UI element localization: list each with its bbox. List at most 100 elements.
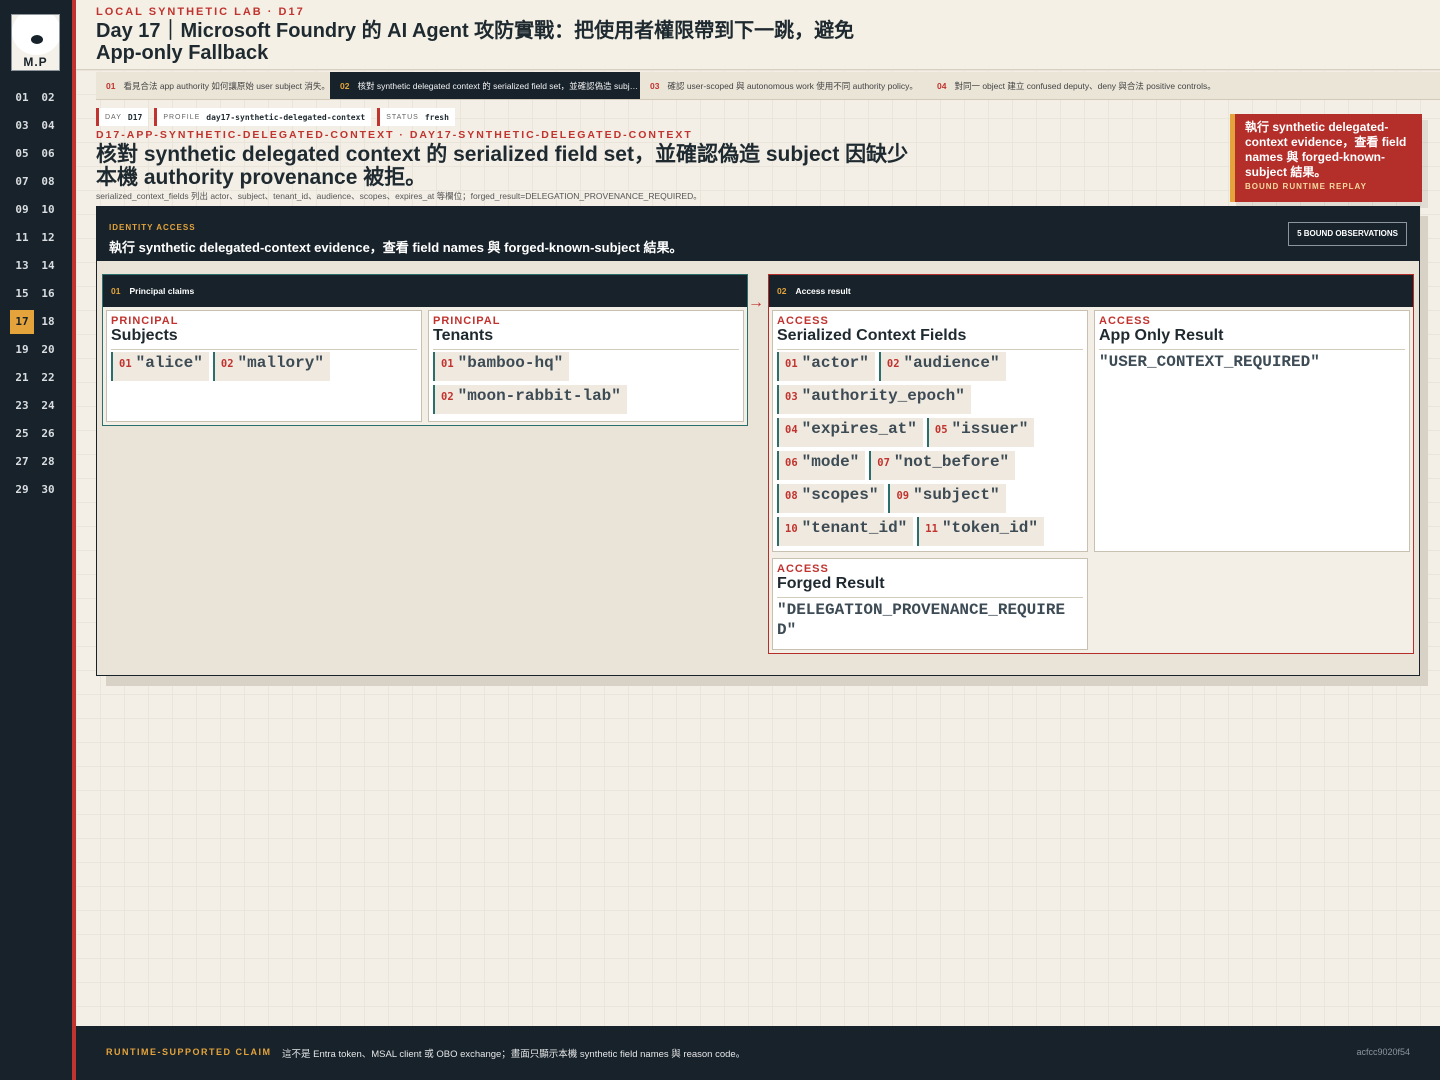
subjects-list: 01 "alice" 02 "mallory" <box>111 352 417 381</box>
note-sub: BOUND RUNTIME REPLAY <box>1245 182 1367 191</box>
day-link-15[interactable]: 15 <box>10 282 34 306</box>
value-chip: 06 "mode" <box>777 451 866 480</box>
card-category: ACCESS <box>777 563 829 575</box>
day-link-23[interactable]: 23 <box>10 394 34 418</box>
day-link-10[interactable]: 10 <box>36 198 60 222</box>
footer-kicker: RUNTIME-SUPPORTED CLAIM <box>106 1047 272 1057</box>
day-link-03[interactable]: 03 <box>10 114 34 138</box>
day-link-29[interactable]: 29 <box>10 478 34 502</box>
value-chip: 03 "authority_epoch" <box>777 385 971 414</box>
day-link-25[interactable]: 25 <box>10 422 34 446</box>
build-hash: acfcc9020f54 <box>1356 1047 1410 1057</box>
group-number: 02 <box>777 286 787 296</box>
day-link-12[interactable]: 12 <box>36 226 60 250</box>
value-index: 02 <box>220 358 234 370</box>
day-link-16[interactable]: 16 <box>36 282 60 306</box>
card-category: PRINCIPAL <box>433 315 501 327</box>
value-text: "moon-rabbit-lab" <box>457 387 621 405</box>
app-only-result-value: "USER_CONTEXT_REQUIRED" <box>1099 353 1320 371</box>
day-navigation-rail: M.P 01 02 03 04 05 06 07 08 09 10 11 12 13 14 15 16 17 18… <box>0 0 72 1080</box>
day-link-18[interactable]: 18 <box>36 310 60 334</box>
value-chip: 01 "alice" <box>111 352 209 381</box>
value-index: 05 <box>934 424 948 436</box>
value-chip: 07 "not_before" <box>869 451 1016 480</box>
tab-step-03[interactable]: 03 確認 user-scoped 與 autonomous work 使用不同… <box>640 72 927 99</box>
day-chip: DAY D17 <box>96 108 149 126</box>
chip-value: fresh <box>424 112 449 122</box>
tab-step-04[interactable]: 04 對同一 object 建立 confused deputy、deny 與合… <box>927 72 1227 99</box>
day-link-19[interactable]: 19 <box>10 338 34 362</box>
profile-chip: PROFILE day17-synthetic-delegated-contex… <box>154 108 372 126</box>
card-category: ACCESS <box>1099 315 1151 327</box>
group-header: 02 Access result <box>769 275 1413 307</box>
tab-step-02[interactable]: 02 核對 synthetic delegated context 的 seri… <box>330 72 640 99</box>
day-link-17[interactable]: 17 <box>10 310 34 334</box>
chip-key: DAY <box>105 113 122 121</box>
value-chip: 05 "issuer" <box>926 418 1035 447</box>
value-chip: 10 "tenant_id" <box>777 517 914 546</box>
day-link-07[interactable]: 07 <box>10 170 34 194</box>
panel-title: 執行 synthetic delegated-context evidence，… <box>109 240 683 255</box>
card-title: Tenants <box>433 327 739 350</box>
brand-logo[interactable]: M.P <box>11 14 60 71</box>
day-link-11[interactable]: 11 <box>10 226 34 250</box>
day-link-08[interactable]: 08 <box>36 170 60 194</box>
day-link-14[interactable]: 14 <box>36 254 60 278</box>
value-text: "token_id" <box>941 519 1038 537</box>
value-text: "scopes" <box>801 486 879 504</box>
tab-number: 03 <box>650 80 660 91</box>
value-text: "bamboo-hq" <box>457 354 564 372</box>
day-link-05[interactable]: 05 <box>10 142 34 166</box>
value-chip: 08 "scopes" <box>777 484 885 513</box>
chip-key: PROFILE <box>163 113 201 121</box>
panel-header: IDENTITY ACCESS 執行 synthetic delegated-c… <box>97 207 1419 261</box>
group-number: 01 <box>111 286 121 296</box>
status-chip: STATUS fresh <box>377 108 455 126</box>
claim-footer: RUNTIME-SUPPORTED CLAIM 這不是 Entra token、… <box>76 1026 1440 1080</box>
day-link-27[interactable]: 27 <box>10 450 34 474</box>
value-text: "not_before" <box>893 453 1010 471</box>
footer-text: 這不是 Entra token、MSAL client 或 OBO exchan… <box>282 1049 746 1060</box>
day-link-04[interactable]: 04 <box>36 114 60 138</box>
day-link-22[interactable]: 22 <box>36 366 60 390</box>
logo-text: M.P <box>23 55 48 69</box>
value-text: "actor" <box>801 354 869 372</box>
day-link-30[interactable]: 30 <box>36 478 60 502</box>
day-link-13[interactable]: 13 <box>10 254 34 278</box>
card-category: ACCESS <box>777 315 829 327</box>
value-chip: 02 "moon-rabbit-lab" <box>433 385 627 414</box>
day-link-24[interactable]: 24 <box>36 394 60 418</box>
day-link-09[interactable]: 09 <box>10 198 34 222</box>
day-link-26[interactable]: 26 <box>36 422 60 446</box>
observations-badge[interactable]: 5 BOUND OBSERVATIONS <box>1288 222 1407 246</box>
value-index: 09 <box>896 490 910 502</box>
day-link-28[interactable]: 28 <box>36 450 60 474</box>
value-index: 01 <box>119 358 132 370</box>
group-header: 01 Principal claims <box>103 275 747 307</box>
card-title: Serialized Context Fields <box>777 327 1083 350</box>
value-index: 02 <box>441 391 454 403</box>
tab-step-01[interactable]: 01 看見合法 app authority 如何讓原始 user subject… <box>96 72 330 99</box>
section-slug: D17-APP-SYNTHETIC-DELEGATED-CONTEXT · DA… <box>96 129 693 141</box>
day-link-01[interactable]: 01 <box>10 86 34 110</box>
tab-number: 02 <box>340 80 350 91</box>
day-link-20[interactable]: 20 <box>36 338 60 362</box>
card-title: Subjects <box>111 327 417 350</box>
flow-arrow-icon: → <box>748 294 764 311</box>
value-text: "audience" <box>903 354 1000 372</box>
value-index: 04 <box>785 424 798 436</box>
tab-number: 01 <box>106 80 116 91</box>
value-chip: 02 "audience" <box>878 352 1006 381</box>
card-category: PRINCIPAL <box>111 315 179 327</box>
forged-result-card: ACCESS Forged Result "DELEGATION_PROVENA… <box>772 558 1088 650</box>
day-link-02[interactable]: 02 <box>36 86 60 110</box>
day-link-21[interactable]: 21 <box>10 366 34 390</box>
forged-result-value: "DELEGATION_PROVENANCE_REQUIRED" <box>777 601 1066 639</box>
tenants-list: 01 "bamboo-hq" 02 "moon-rabbit-lab" <box>433 352 739 414</box>
card-title: App Only Result <box>1099 327 1405 350</box>
value-index: 06 <box>785 457 798 469</box>
day-link-06[interactable]: 06 <box>36 142 60 166</box>
value-index: 08 <box>785 490 798 502</box>
value-text: "tenant_id" <box>801 519 908 537</box>
panel-kicker: IDENTITY ACCESS <box>109 223 196 232</box>
